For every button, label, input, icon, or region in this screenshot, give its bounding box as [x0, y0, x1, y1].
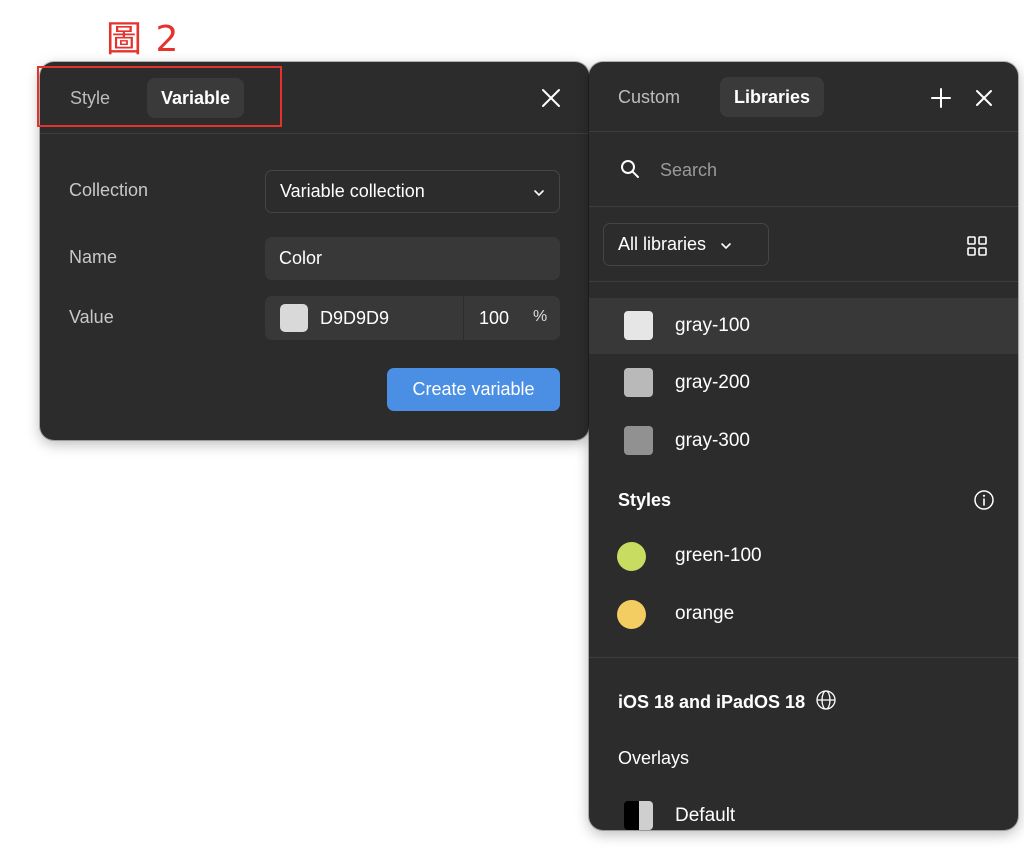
- section-divider: [589, 657, 1018, 658]
- color-swatch: [617, 542, 646, 571]
- color-swatch: [624, 368, 653, 397]
- panel-header-divider: [589, 131, 1018, 132]
- chevron-down-icon: [533, 181, 545, 202]
- close-icon[interactable]: [974, 88, 994, 108]
- variable-item-gray-100[interactable]: gray-100: [589, 298, 1018, 354]
- variable-item-gray-300[interactable]: gray-300: [589, 413, 1018, 469]
- collection-label: Collection: [69, 180, 149, 200]
- search-input[interactable]: Search: [589, 148, 1018, 192]
- opacity-unit: %: [533, 308, 548, 325]
- library-filter-select[interactable]: All libraries: [603, 223, 769, 266]
- variable-item-gray-200[interactable]: gray-200: [589, 355, 1018, 411]
- figure-label: 圖 2: [106, 19, 180, 60]
- globe-icon: [815, 689, 837, 716]
- color-swatch: [624, 311, 653, 340]
- name-input[interactable]: Color: [265, 237, 560, 280]
- style-name: green-100: [675, 545, 762, 566]
- color-swatch[interactable]: [280, 304, 308, 332]
- search-divider: [589, 206, 1018, 207]
- plus-icon[interactable]: [930, 87, 952, 109]
- tab-custom[interactable]: Custom: [604, 77, 694, 117]
- style-item-green-100[interactable]: green-100: [589, 528, 1018, 584]
- variable-name: gray-300: [675, 430, 750, 451]
- name-label: Name: [69, 247, 118, 267]
- collection-value: Variable collection: [280, 181, 425, 201]
- info-icon[interactable]: [973, 489, 995, 511]
- color-swatch: [617, 600, 646, 629]
- library-name: iOS 18 and iPadOS 18: [618, 692, 806, 712]
- grid-view-icon[interactable]: [966, 235, 988, 257]
- tab-libraries[interactable]: Libraries: [720, 77, 825, 117]
- overlay-thumbnail: [624, 801, 653, 830]
- tab-variable[interactable]: Variable: [147, 78, 245, 118]
- filter-divider: [589, 281, 1018, 282]
- color-swatch: [624, 426, 653, 455]
- style-name: orange: [675, 603, 735, 624]
- value-field-divider: [463, 296, 464, 340]
- library-name-row: iOS 18 and iPadOS 18: [618, 689, 837, 716]
- create-variable-button[interactable]: Create variable: [387, 368, 560, 411]
- search-placeholder: Search: [660, 160, 718, 180]
- color-value-input[interactable]: D9D9D9 100 %: [265, 296, 560, 340]
- panel-header-divider: [40, 133, 589, 134]
- style-item-orange[interactable]: orange: [589, 586, 1018, 642]
- libraries-panel: Custom Libraries Search All libraries gr…: [589, 62, 1018, 830]
- opacity-value[interactable]: 100: [479, 308, 509, 329]
- overlay-item-default[interactable]: Default: [589, 788, 1018, 830]
- variable-name: gray-200: [675, 372, 750, 393]
- chevron-down-icon: [720, 234, 732, 255]
- collection-select[interactable]: Variable collection: [265, 170, 560, 213]
- value-label: Value: [69, 307, 114, 327]
- name-value: Color: [279, 248, 323, 268]
- hex-value: D9D9D9: [320, 308, 390, 328]
- overlay-name: Default: [675, 805, 736, 826]
- tab-style[interactable]: Style: [56, 78, 124, 118]
- close-icon[interactable]: [540, 87, 562, 109]
- variable-name: gray-100: [675, 315, 750, 336]
- overlays-heading: Overlays: [618, 748, 690, 768]
- styles-heading: Styles: [618, 490, 672, 510]
- library-filter-value: All libraries: [618, 234, 707, 254]
- search-icon: [620, 159, 640, 184]
- create-variable-panel: Style Variable Collection Variable colle…: [40, 62, 589, 440]
